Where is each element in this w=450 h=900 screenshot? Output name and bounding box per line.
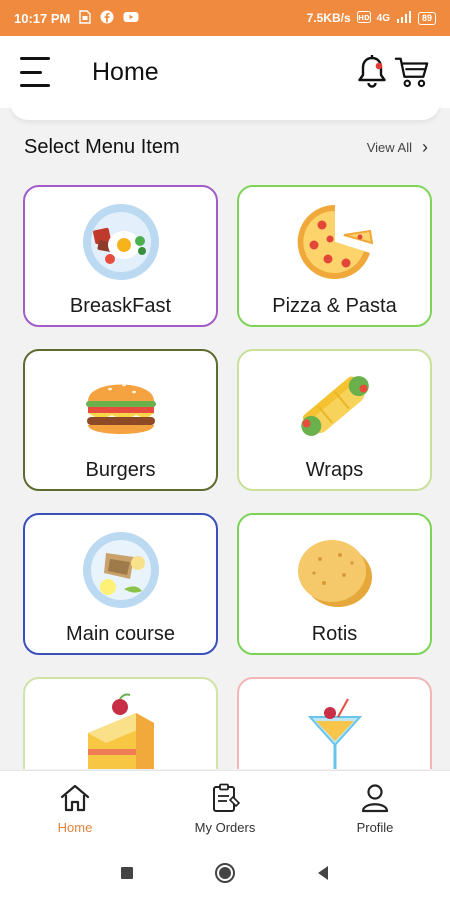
breakfast-plate-icon (80, 201, 162, 283)
signal-icon (396, 10, 412, 26)
section-header: Select Menu Item View All › (24, 136, 428, 159)
menu-card-label: Wraps (305, 459, 364, 481)
menu-card-rotis[interactable]: Rotis (237, 513, 432, 655)
menu-card-burgers[interactable]: Burgers (23, 349, 218, 491)
battery-indicator: 89 (417, 11, 436, 25)
view-all-label: View All (366, 140, 412, 155)
section-title: Select Menu Item (24, 136, 180, 158)
orders-icon (209, 783, 241, 816)
nav-my-orders[interactable]: My Orders (150, 771, 300, 846)
burger-icon (80, 365, 162, 447)
hamburger-menu-icon[interactable] (20, 57, 54, 87)
main-course-plate-icon (80, 529, 162, 611)
cart-icon[interactable] (394, 52, 430, 92)
nav-profile[interactable]: Profile (300, 771, 450, 846)
chevron-right-icon: › (422, 137, 428, 157)
svg-text:HD: HD (358, 14, 370, 22)
recent-apps-icon[interactable] (115, 861, 139, 885)
nav-profile-label: Profile (356, 819, 394, 835)
nav-my-orders-label: My Orders (194, 819, 256, 835)
menu-card-breakfast[interactable]: BreaskFast (23, 185, 218, 327)
nav-home-label: Home (57, 819, 93, 835)
nav-home[interactable]: Home (0, 771, 150, 846)
view-all-link[interactable]: View All › (367, 137, 428, 158)
home-button-icon[interactable] (213, 861, 237, 885)
menu-card-label: Burgers (85, 459, 156, 481)
wrap-icon (294, 365, 376, 447)
menu-card-drinks[interactable] (237, 677, 432, 769)
youtube-icon (123, 11, 139, 26)
menu-card-pizza-pasta[interactable]: Pizza & Pasta (237, 185, 432, 327)
bottom-navigation: Home My Orders Profile (0, 770, 450, 846)
app-header: Home (0, 36, 450, 108)
facebook-icon (100, 10, 114, 27)
status-time: 10:17 PM (14, 10, 71, 26)
status-bar: 10:17 PM 7.5KB/s HD 4G 89 (0, 0, 450, 36)
home-icon (59, 783, 91, 816)
menu-grid: BreaskFast Pizza & Pasta Burgers Wraps M… (23, 185, 433, 769)
menu-card-wraps[interactable]: Wraps (237, 349, 432, 491)
menu-card-label: Main course (66, 623, 175, 645)
cocktail-icon (294, 693, 376, 769)
pizza-icon (294, 201, 376, 283)
menu-card-label: BreaskFast (69, 295, 172, 317)
network-speed: 7.5KB/s (306, 11, 351, 25)
cake-icon (80, 693, 162, 769)
roti-icon (294, 529, 376, 611)
volte-icon: HD (356, 10, 371, 26)
menu-card-main-course[interactable]: Main course (23, 513, 218, 655)
network-type: 4G (376, 12, 390, 24)
menu-card-dessert[interactable] (23, 677, 218, 769)
menu-card-label: Pizza & Pasta (272, 295, 397, 317)
page-title: Home (92, 57, 159, 86)
system-navigation-bar (0, 846, 450, 900)
profile-icon (359, 783, 391, 816)
notification-bell-icon[interactable] (354, 52, 390, 92)
sim-icon (79, 9, 92, 27)
menu-card-label: Rotis (311, 623, 358, 645)
back-icon[interactable] (311, 861, 335, 885)
header-divider (10, 100, 440, 120)
